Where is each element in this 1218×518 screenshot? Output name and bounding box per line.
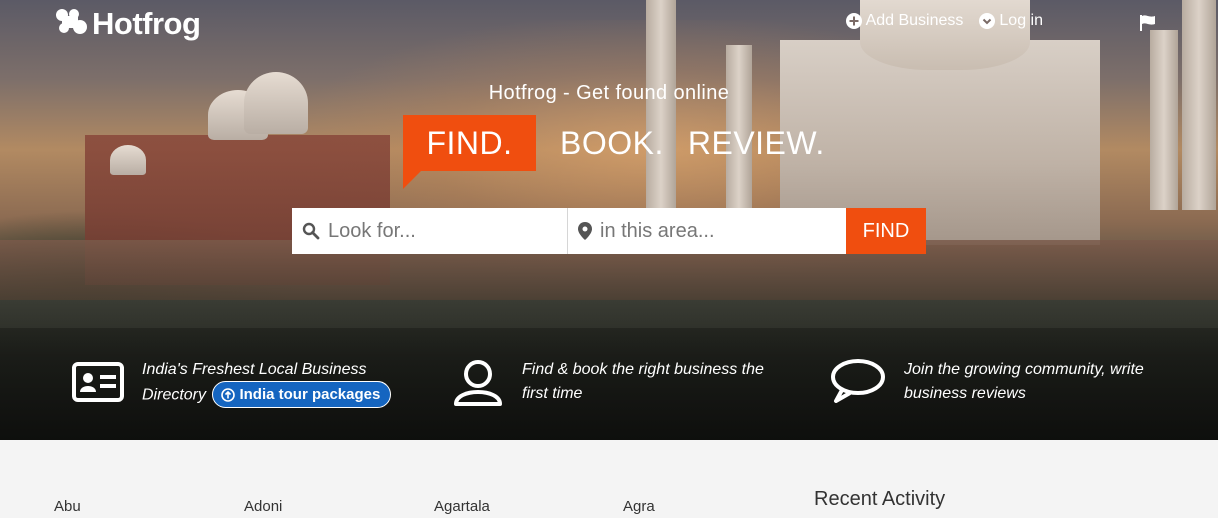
headline-book: BOOK.: [560, 124, 664, 161]
top-nav: Add Business Log in: [845, 12, 1043, 30]
feature-directory-line2: Directory India tour packages: [142, 381, 392, 409]
arrow-up-circle-icon: [221, 387, 236, 402]
frog-logo-icon: [56, 9, 87, 34]
search-where-input[interactable]: [600, 219, 830, 243]
hero-minaret: [1150, 30, 1178, 210]
lower-section: Abu Adoni Agartala Agra Recent Activity: [0, 440, 1218, 518]
hero-fort-dome: [110, 145, 146, 175]
headline-find-text: FIND.: [426, 124, 513, 161]
brand-name: Hotfrog: [92, 6, 201, 41]
location-pin-icon: [578, 222, 592, 240]
headline-find: FIND.: [403, 115, 536, 189]
flag-icon[interactable]: [1139, 14, 1157, 32]
feature-directory-text: India's Freshest Local Business Director…: [142, 358, 392, 409]
speech-bubble-icon: [831, 359, 885, 403]
hotfrog-logo[interactable]: Hotfrog: [54, 4, 201, 44]
city-link[interactable]: Agartala: [434, 498, 490, 515]
plus-circle-icon: [845, 13, 862, 29]
city-link[interactable]: Adoni: [244, 498, 282, 515]
top-bar: Hotfrog Add Business Log in: [0, 0, 1218, 48]
headline-review: REVIEW.: [687, 124, 825, 161]
search-what-field: [292, 208, 568, 254]
feature-directory-line2-text: Directory: [142, 386, 207, 404]
chevron-circle-icon: [979, 13, 996, 29]
feature-find-book: Find & book the right business the first…: [452, 358, 782, 408]
india-tour-packages-label: India tour packages: [239, 385, 381, 403]
hero-tagline: Hotfrog - Get found online: [488, 82, 730, 104]
features-strip: India's Freshest Local Business Director…: [0, 328, 1218, 440]
find-button[interactable]: FIND: [846, 208, 926, 254]
hero-headline: FIND. BOOK. REVIEW.: [403, 115, 825, 189]
city-link[interactable]: Agra: [623, 498, 655, 515]
search-icon: [302, 222, 320, 240]
feature-directory: India's Freshest Local Business Director…: [72, 358, 392, 409]
feature-directory-line1: India's Freshest Local Business: [142, 361, 367, 378]
search-bar: FIND: [292, 208, 926, 254]
feature-find-book-text: Find & book the right business the first…: [522, 361, 764, 402]
search-what-input[interactable]: [328, 219, 558, 243]
search-where-field: [568, 208, 846, 254]
id-card-icon: [72, 362, 124, 402]
add-business-label: Add Business: [865, 12, 964, 29]
login-label: Log in: [999, 12, 1043, 29]
city-link[interactable]: Abu: [54, 498, 81, 515]
recent-activity-title: Recent Activity: [814, 488, 946, 510]
user-icon: [454, 360, 502, 406]
feature-community: Join the growing community, write busine…: [830, 358, 1164, 406]
feature-community-text: Join the growing community, write busine…: [904, 361, 1144, 402]
india-tour-packages-button[interactable]: India tour packages: [212, 381, 392, 408]
headline-find-tail: [403, 171, 421, 189]
login-link[interactable]: Log in: [979, 12, 1043, 30]
add-business-link[interactable]: Add Business: [845, 12, 964, 30]
